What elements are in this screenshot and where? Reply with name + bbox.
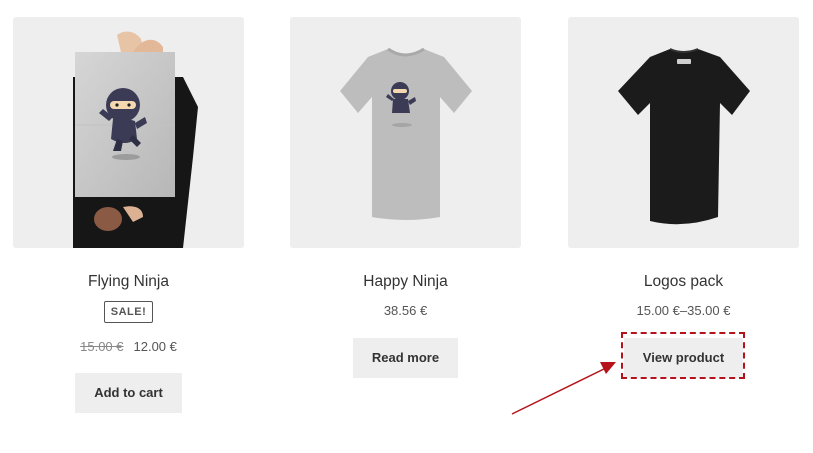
grey-tshirt-ninja-icon (340, 47, 472, 220)
product-card-happy-ninja: Happy Ninja 38.56 € Read more (290, 17, 521, 378)
product-title[interactable]: Happy Ninja (290, 272, 521, 292)
product-image-flying-ninja[interactable] (13, 17, 244, 248)
product-image-logos-pack[interactable] (568, 17, 799, 248)
product-price: 15.00 €–35.00 € (636, 303, 731, 318)
product-card-logos-pack: Logos pack 15.00 €–35.00 € View product (568, 17, 799, 378)
product-price: 15.00 € 12.00 € (13, 338, 244, 356)
old-price: 15.00 € (80, 339, 124, 354)
read-more-button[interactable]: Read more (352, 338, 459, 378)
sale-price: 12.00 € (133, 339, 177, 354)
product-image-happy-ninja[interactable] (290, 17, 521, 248)
highlight-box (621, 332, 745, 379)
sale-badge: SALE! (103, 301, 154, 323)
product-card-flying-ninja: Flying Ninja SALE! 15.00 € 12.00 € Add to… (13, 17, 244, 413)
black-tshirt-back-icon (618, 48, 750, 225)
poster-ninja-icon (73, 31, 198, 248)
product-price: 38.56 € (383, 303, 428, 318)
product-title[interactable]: Logos pack (568, 272, 799, 292)
product-title[interactable]: Flying Ninja (13, 272, 244, 292)
add-to-cart-button[interactable]: Add to cart (75, 373, 182, 413)
